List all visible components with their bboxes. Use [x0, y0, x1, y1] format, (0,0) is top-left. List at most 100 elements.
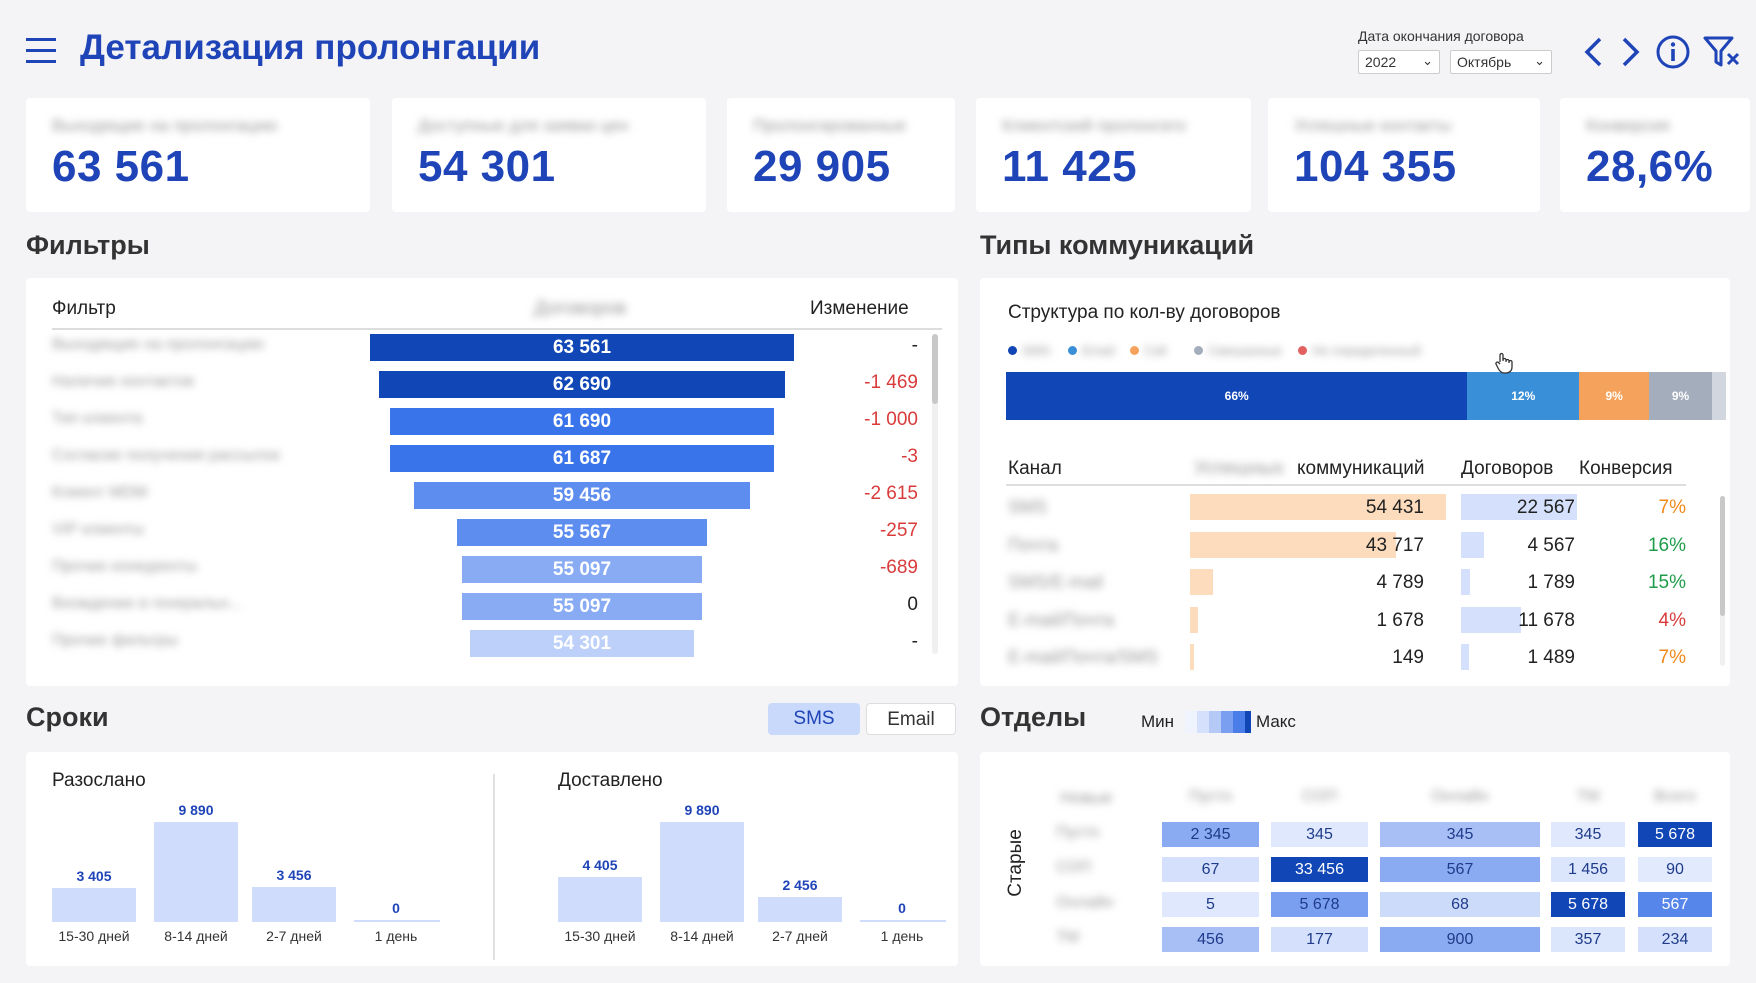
contracts-value: 4 567 [1527, 534, 1575, 556]
channel-label: SMS [1008, 497, 1048, 517]
conversion-value: 7% [1658, 497, 1686, 518]
heatmap-col-header: Пусто [1188, 788, 1233, 805]
kpi-value: 29 905 [753, 142, 891, 191]
heatmap-cell[interactable]: 67 [1162, 857, 1259, 882]
comm-scrollbar[interactable] [1720, 496, 1725, 666]
legend-item[interactable]: Call [1130, 342, 1166, 362]
heatmap-cell[interactable]: 345 [1380, 822, 1540, 847]
deadlines-title: Сроки [26, 702, 109, 732]
menu-icon[interactable] [26, 34, 58, 68]
filters-title: Фильтры [26, 230, 150, 260]
legend-item[interactable]: Email [1068, 342, 1115, 362]
deadline-bar[interactable] [52, 887, 136, 922]
legend-item[interactable]: SMS [1008, 342, 1050, 362]
funnel-bar[interactable]: 61 690 [390, 408, 774, 435]
comm-value: 149 [1392, 647, 1424, 668]
filter-change: -257 [879, 520, 918, 541]
comm-value: 54 431 [1365, 497, 1424, 518]
funnel-bar[interactable]: 55 097 [461, 556, 703, 583]
toggle-sms[interactable]: SMS [768, 703, 860, 735]
channel-label: Почта [1008, 534, 1058, 555]
heatmap-cell[interactable]: 234 [1638, 927, 1712, 952]
funnel-bar[interactable]: 63 561 [370, 334, 794, 361]
deadline-category: 15-30 дней [58, 928, 130, 944]
scrollbar[interactable] [932, 334, 938, 654]
funnel-bar[interactable]: 55 567 [456, 519, 708, 546]
structure-segment[interactable]: 9% [1649, 372, 1712, 420]
kpi-value: 11 425 [1002, 142, 1138, 191]
heatmap-cell[interactable]: 5 [1162, 892, 1259, 917]
legend-label: Call [1144, 343, 1167, 359]
heatmap-cell[interactable]: 177 [1271, 927, 1368, 952]
comm-header-divider [1006, 484, 1686, 486]
deadline-bar[interactable] [154, 822, 238, 922]
heatmap-cell[interactable]: 1 456 [1551, 857, 1625, 882]
filter-row-label: Выходящие на пролонгацию [52, 336, 265, 353]
comm-value: 43 717 [1365, 534, 1424, 556]
month-select[interactable]: Октябрь ⌄ [1450, 50, 1552, 74]
heatmap-cell[interactable]: 33 456 [1271, 857, 1368, 882]
legend-item[interactable]: Смешанные [1194, 342, 1282, 362]
heatmap-cell[interactable]: 5 678 [1551, 892, 1625, 917]
filter-change: -689 [879, 557, 918, 578]
heatmap-cell[interactable]: 357 [1551, 927, 1625, 952]
contracts-value: 1 789 [1527, 572, 1575, 593]
structure-segment[interactable] [1712, 372, 1726, 420]
funnel-bar[interactable]: 59 456 [414, 482, 750, 509]
comm-value: 1 678 [1376, 609, 1424, 631]
structure-segment[interactable]: 9% [1579, 372, 1650, 420]
deadline-bar[interactable] [252, 887, 336, 922]
deadline-value: 0 [392, 900, 400, 916]
legend-dot [1194, 346, 1203, 356]
filter-change: -1 469 [864, 372, 918, 393]
clear-filter-icon[interactable] [1702, 34, 1742, 70]
toggle-email[interactable]: Email [866, 703, 956, 735]
next-icon[interactable] [1618, 36, 1642, 68]
heatmap-cell[interactable]: 345 [1551, 822, 1625, 847]
kpi-label: Клиентский пролонгато [1002, 116, 1187, 135]
deadline-bar[interactable] [758, 897, 842, 922]
year-select[interactable]: 2022 ⌄ [1358, 50, 1440, 74]
date-filter-label: Дата окончания договора [1358, 28, 1524, 44]
funnel-bar[interactable]: 55 097 [461, 593, 703, 620]
heatmap-row-header: СОП [1056, 859, 1092, 876]
kpi-value: 63 561 [52, 142, 190, 191]
depts-card: Старые Новые Пусто СОП Онлайн ТМ Всего Пусто 2… [980, 752, 1730, 966]
rows-axis-label: Старые [1005, 829, 1026, 897]
heatmap-cell[interactable]: 5 678 [1271, 892, 1368, 917]
deadline-category: 2-7 дней [266, 928, 322, 944]
col-contracts-header: Договоров [1461, 458, 1554, 479]
deadline-bar[interactable] [558, 877, 642, 922]
structure-segment[interactable]: 12% [1467, 372, 1580, 420]
kpi-card: Клиентский пролонгато 11 425 [976, 98, 1251, 212]
funnel-bar[interactable]: 61 687 [390, 445, 774, 472]
filter-change: - [911, 631, 918, 652]
funnel-bar[interactable]: 54 301 [470, 630, 694, 657]
prev-icon[interactable] [1582, 36, 1606, 68]
heatmap-cell[interactable]: 567 [1638, 892, 1712, 917]
heatmap-cell[interactable]: 2 345 [1162, 822, 1259, 847]
legend-dot [1130, 346, 1139, 356]
info-icon[interactable] [1655, 34, 1691, 70]
heatmap-cell[interactable]: 345 [1271, 822, 1368, 847]
filter-change: 0 [907, 594, 918, 615]
kpi-label: Успешные контакты [1294, 116, 1452, 135]
structure-segment[interactable]: 66% [1006, 372, 1468, 420]
conversion-value: 16% [1647, 534, 1686, 556]
heatmap-cell[interactable]: 567 [1380, 857, 1540, 882]
filter-row-label: Прочие фильтры [52, 632, 178, 649]
funnel-bar[interactable]: 62 690 [379, 371, 785, 398]
heatmap-cell[interactable]: 68 [1380, 892, 1540, 917]
deadline-bar[interactable] [660, 822, 744, 922]
legend-item[interactable]: Не определенный [1298, 342, 1421, 362]
heatmap-cell[interactable]: 900 [1380, 927, 1540, 952]
heatmap-cell[interactable]: 5 678 [1638, 822, 1712, 847]
kpi-label: Выходящие на пролонгацию [52, 116, 278, 135]
filter-row-label: Наличие контактов [52, 373, 195, 390]
heatmap-cell[interactable]: 90 [1638, 857, 1712, 882]
heatmap-row-header: Пусто [1056, 824, 1100, 841]
deadline-category: 8-14 дней [670, 928, 734, 944]
heatmap-cell[interactable]: 456 [1162, 927, 1259, 952]
deadline-bar[interactable] [860, 920, 946, 922]
deadline-bar[interactable] [354, 920, 440, 922]
